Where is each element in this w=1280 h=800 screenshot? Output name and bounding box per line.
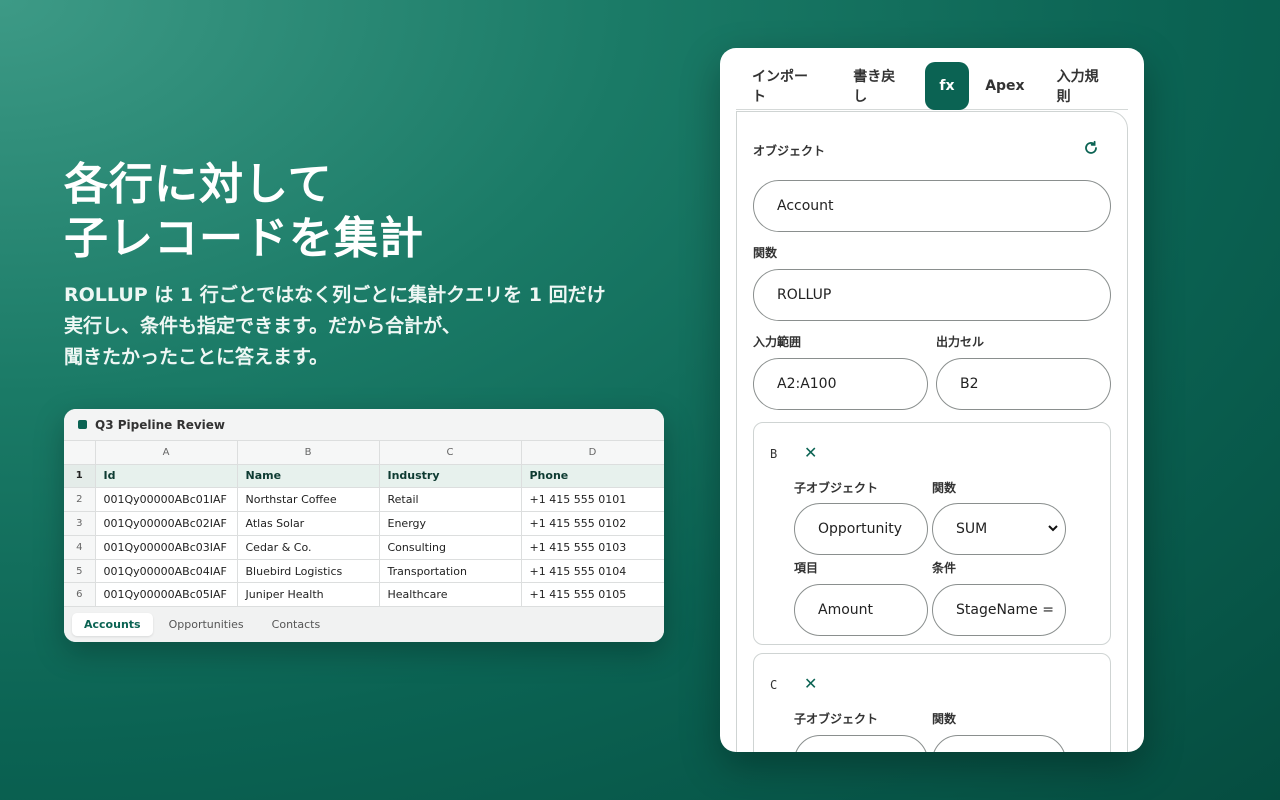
cell[interactable]: Retail (379, 487, 522, 513)
hero-body-line-3: 聞きたかったことに答えます。 (64, 346, 329, 368)
spreadsheet-preview: Q3 Pipeline Review A B C D 1 Id Name Ind… (64, 409, 664, 642)
child-object-label: 子オブジェクト (794, 712, 879, 726)
tab-fx[interactable]: fx (924, 61, 970, 110)
tab-import[interactable]: インポート (736, 62, 837, 110)
table-row: 6 001Qy00000ABc05IAF Juniper Health Heal… (64, 582, 664, 608)
cell[interactable]: Phone (521, 464, 664, 489)
cell[interactable]: Id (95, 464, 238, 489)
table-row: 3 001Qy00000ABc02IAF Atlas Solar Energy … (64, 511, 664, 536)
group-function-label: 関数 (932, 481, 957, 495)
sheet-tab-opportunities[interactable]: Opportunities (157, 613, 256, 636)
input-range-input[interactable]: A2:A100 (753, 358, 928, 410)
tab-apex[interactable]: Apex (969, 62, 1040, 110)
group-function-select[interactable]: SUM (932, 503, 1066, 555)
hero-body-line-1: ROLLUP は 1 行ごとではなく列ごとに集計クエリを 1 回だけ (64, 284, 606, 306)
hero-title-line-2: 子レコードを集計 (64, 213, 424, 264)
output-cell-label: 出力セル (936, 335, 985, 349)
cell[interactable]: +1 415 555 0102 (521, 511, 664, 536)
hero-title-line-1: 各行に対して (64, 159, 333, 210)
table-row: 5 001Qy00000ABc04IAF Bluebird Logistics … (64, 559, 664, 584)
function-input[interactable]: ROLLUP (753, 269, 1111, 321)
column-header-d[interactable]: D (521, 441, 664, 465)
cell[interactable]: Atlas Solar (237, 511, 380, 536)
group-function-value: SUM (956, 521, 988, 537)
output-cell-input[interactable]: B2 (936, 358, 1111, 410)
row-number[interactable]: 6 (64, 582, 96, 608)
cell[interactable]: 001Qy00000ABc05IAF (95, 582, 238, 608)
sheet-tab-contacts[interactable]: Contacts (260, 613, 333, 636)
group-function-select[interactable] (932, 735, 1066, 752)
cell[interactable]: Bluebird Logistics (237, 559, 380, 584)
hero-body-line-2: 実行し、条件も指定できます。だから合計が、 (64, 315, 461, 337)
cell[interactable]: Industry (379, 464, 522, 489)
cell[interactable]: +1 415 555 0101 (521, 487, 664, 513)
cell[interactable]: Consulting (379, 535, 522, 560)
sheet-tab-accounts[interactable]: Accounts (72, 613, 153, 636)
cell[interactable]: Juniper Health (237, 582, 380, 608)
cell[interactable]: Cedar & Co. (237, 535, 380, 560)
rollup-column-group-c: C ✕ 子オブジェクト 関数 (753, 653, 1111, 752)
cell[interactable]: Northstar Coffee (237, 487, 380, 513)
tab-validation-rules[interactable]: 入力規則 (1041, 62, 1128, 110)
object-input[interactable]: Account (753, 180, 1111, 232)
field-input[interactable]: Amount (794, 584, 928, 636)
cell[interactable]: 001Qy00000ABc03IAF (95, 535, 238, 560)
column-header-a[interactable]: A (95, 441, 238, 465)
condition-label: 条件 (932, 561, 957, 575)
row-number[interactable]: 2 (64, 487, 96, 513)
sheet-tab-bar: Accounts Opportunities Contacts (64, 606, 664, 642)
group-column-key: C (770, 678, 778, 692)
table-row: 2 001Qy00000ABc01IAF Northstar Coffee Re… (64, 487, 664, 513)
rollup-form: オブジェクト Account 関数 ROLLUP 入力範囲 出力セル A2:A1… (736, 111, 1128, 752)
child-object-label: 子オブジェクト (794, 481, 879, 495)
close-icon[interactable]: ✕ (804, 674, 817, 693)
sheet-icon (78, 420, 87, 429)
chevron-down-icon (1048, 525, 1058, 532)
row-number[interactable]: 5 (64, 559, 96, 584)
field-label: 項目 (794, 561, 819, 575)
hero-description: ROLLUP は 1 行ごとではなく列ごとに集計クエリを 1 回だけ 実行し、条… (64, 280, 664, 373)
cell[interactable]: 001Qy00000ABc01IAF (95, 487, 238, 513)
cell[interactable]: +1 415 555 0104 (521, 559, 664, 584)
panel-tab-bar: インポート 書き戻し fx Apex 入力規則 (736, 61, 1128, 110)
rollup-column-group-b: B ✕ 子オブジェクト 関数 Opportunity SUM 項目 条件 Amo… (753, 422, 1111, 645)
rollup-panel: インポート 書き戻し fx Apex 入力規則 オブジェクト Account 関… (720, 48, 1144, 752)
cell[interactable]: +1 415 555 0103 (521, 535, 664, 560)
sheet-header: Q3 Pipeline Review (64, 409, 664, 441)
cell[interactable]: 001Qy00000ABc04IAF (95, 559, 238, 584)
row-number[interactable]: 4 (64, 535, 96, 560)
hero-title: 各行に対して 子レコードを集計 (64, 158, 424, 266)
column-header-c[interactable]: C (379, 441, 522, 465)
sheet-grid: A B C D 1 Id Name Industry Phone 2 001Qy… (64, 441, 664, 608)
corner-cell[interactable] (64, 441, 96, 465)
sheet-title: Q3 Pipeline Review (95, 417, 225, 432)
condition-input[interactable]: StageName = (932, 584, 1066, 636)
child-object-input[interactable]: Opportunity (794, 503, 928, 555)
cell[interactable]: Healthcare (379, 582, 522, 608)
table-header-row: 1 Id Name Industry Phone (64, 464, 664, 489)
table-row: 4 001Qy00000ABc03IAF Cedar & Co. Consult… (64, 535, 664, 560)
cell[interactable]: 001Qy00000ABc02IAF (95, 511, 238, 536)
cell[interactable]: +1 415 555 0105 (521, 582, 664, 608)
cell[interactable]: Transportation (379, 559, 522, 584)
column-letter-row: A B C D (64, 441, 664, 465)
child-object-input[interactable] (794, 735, 928, 752)
tab-writeback[interactable]: 書き戻し (837, 62, 924, 110)
row-number[interactable]: 3 (64, 511, 96, 536)
function-label: 関数 (753, 246, 778, 260)
close-icon[interactable]: ✕ (804, 443, 817, 462)
column-header-b[interactable]: B (237, 441, 380, 465)
input-range-label: 入力範囲 (753, 335, 802, 349)
cell[interactable]: Name (237, 464, 380, 489)
group-function-label: 関数 (932, 712, 957, 726)
row-number[interactable]: 1 (64, 464, 96, 489)
cell[interactable]: Energy (379, 511, 522, 536)
refresh-icon[interactable] (1082, 140, 1100, 158)
object-label: オブジェクト (753, 144, 826, 158)
group-column-key: B (770, 447, 778, 461)
